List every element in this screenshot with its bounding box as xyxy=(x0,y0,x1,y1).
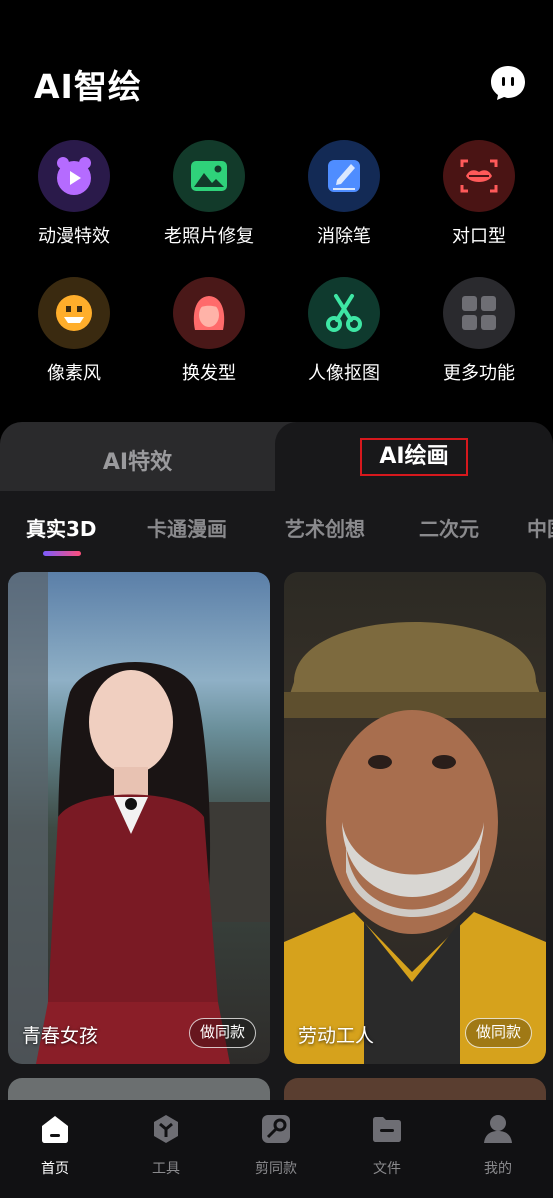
category-cartoon[interactable]: 卡通漫画 xyxy=(147,513,227,542)
tool-photo-restore[interactable]: 老照片修复 xyxy=(142,140,276,248)
nav-label: 工具 xyxy=(152,1161,180,1177)
scissors-icon xyxy=(326,294,362,332)
category-chinese[interactable]: 中国 xyxy=(527,513,553,542)
make-same-button[interactable]: 做同款 xyxy=(464,1018,532,1048)
effect-segment-control: AI特效 xyxy=(0,422,553,492)
category-realistic-3d[interactable]: 真实3D xyxy=(26,513,97,542)
photo-restore-icon xyxy=(191,161,227,191)
card-caption: 劳动工人 xyxy=(298,1025,375,1047)
tool-more-features[interactable]: 更多功能 xyxy=(412,277,546,385)
nav-label: 文件 xyxy=(373,1161,401,1177)
tool-label: 更多功能 xyxy=(443,363,515,384)
tool-pixel-style[interactable]: 像素风 xyxy=(7,277,141,385)
nav-tools[interactable]: 工具 xyxy=(111,1112,221,1178)
profile-icon xyxy=(484,1115,512,1143)
nav-clip-template[interactable]: 剪同款 xyxy=(221,1112,331,1178)
tool-label: 对口型 xyxy=(452,226,506,247)
category-active-indicator xyxy=(43,551,81,556)
card-image xyxy=(8,572,270,1064)
nav-home[interactable]: 首页 xyxy=(0,1112,110,1178)
eraser-pen-icon xyxy=(328,160,360,192)
anime-play-icon xyxy=(57,157,91,195)
tool-label: 动漫特效 xyxy=(38,226,110,247)
chat-button[interactable] xyxy=(489,64,527,102)
card-image xyxy=(284,622,546,1064)
chat-bubble-icon xyxy=(491,66,525,100)
nav-files[interactable]: 文件 xyxy=(332,1112,442,1178)
style-card[interactable]: 劳动工人 做同款 xyxy=(284,572,546,1064)
category-art[interactable]: 艺术创想 xyxy=(285,513,365,542)
nav-label: 首页 xyxy=(41,1161,69,1177)
tool-label: 像素风 xyxy=(47,363,101,384)
tool-label: 人像抠图 xyxy=(308,363,380,384)
tab-ai-effects[interactable]: AI特效 xyxy=(0,422,300,492)
tab-ai-painting-label[interactable]: AI绘画 xyxy=(360,438,468,476)
category-anime[interactable]: 二次元 xyxy=(419,513,479,542)
tools-icon xyxy=(154,1115,178,1143)
home-icon xyxy=(42,1116,68,1143)
pixel-face-icon xyxy=(56,295,92,331)
tool-hairstyle[interactable]: 换发型 xyxy=(142,277,276,385)
tool-eraser-pen[interactable]: 消除笔 xyxy=(277,140,411,248)
hairstyle-icon xyxy=(193,296,225,330)
style-card[interactable]: 青春女孩 做同款 xyxy=(8,572,270,1064)
app-title: AI智绘 xyxy=(34,67,142,106)
tool-lip-sync[interactable]: 对口型 xyxy=(412,140,546,248)
folder-icon xyxy=(373,1117,401,1142)
nav-profile[interactable]: 我的 xyxy=(443,1112,553,1178)
make-same-button[interactable]: 做同款 xyxy=(188,1018,256,1048)
tool-label: 老照片修复 xyxy=(164,226,254,247)
lip-sync-icon xyxy=(460,159,498,193)
nav-label: 剪同款 xyxy=(255,1161,297,1177)
card-caption: 青春女孩 xyxy=(22,1025,99,1047)
tool-portrait-cutout[interactable]: 人像抠图 xyxy=(277,277,411,385)
tab-ai-effects-label: AI特效 xyxy=(102,450,173,475)
tool-label: 消除笔 xyxy=(317,226,371,247)
tool-anime-effect[interactable]: 动漫特效 xyxy=(7,140,141,248)
clip-template-icon xyxy=(262,1115,290,1143)
nav-label: 我的 xyxy=(484,1161,512,1177)
tool-label: 换发型 xyxy=(182,363,236,384)
grid-more-icon xyxy=(462,296,496,330)
